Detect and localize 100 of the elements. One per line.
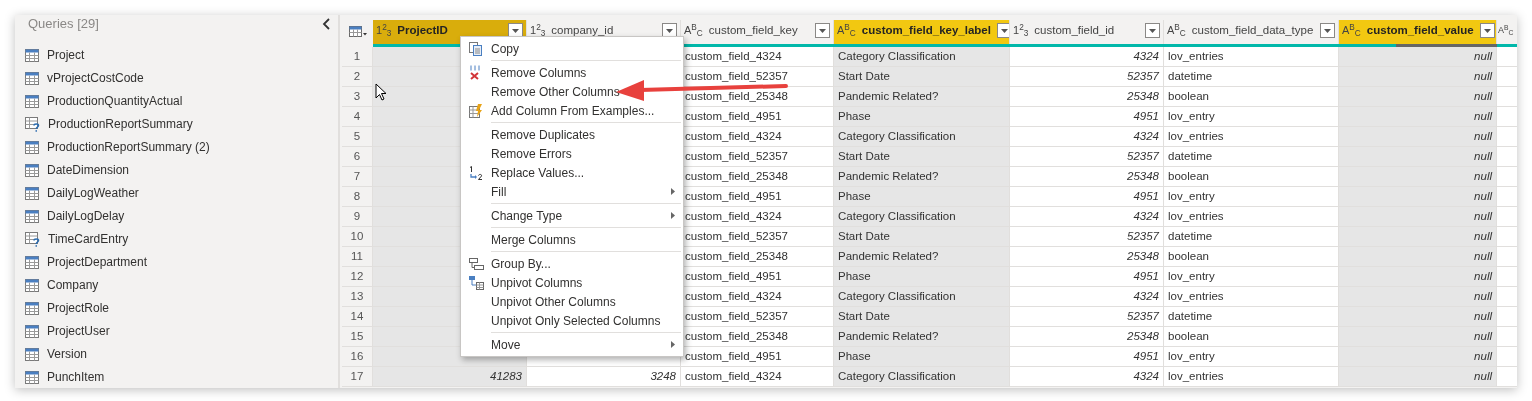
replace-values-icon [469, 165, 483, 180]
filter-dropdown-button[interactable] [996, 23, 1009, 38]
table-cell: custom_field_4951 [681, 347, 834, 367]
table-cell: null [1339, 207, 1497, 227]
row-number: 6 [342, 147, 373, 167]
table-cell: datetime [1164, 307, 1339, 327]
filter-dropdown-button[interactable] [1145, 23, 1160, 38]
filter-dropdown-button[interactable] [1320, 23, 1335, 38]
table-cell [1497, 67, 1517, 87]
table-cell: datetime [1164, 147, 1339, 167]
filter-dropdown-button[interactable] [1479, 23, 1495, 38]
query-item[interactable]: DailyLogWeather [15, 181, 338, 205]
table-cell: custom_field_4951 [681, 107, 834, 127]
table-icon [25, 255, 39, 269]
group-by-icon [468, 257, 484, 270]
table-cell: lov_entry [1164, 267, 1339, 287]
row-number: 3 [342, 87, 373, 107]
query-item[interactable]: vProjectCostCode [15, 66, 338, 90]
caret-icon [819, 28, 826, 33]
query-item[interactable]: Company [15, 273, 338, 297]
menu-item[interactable]: Unpivot Other Columns [461, 292, 683, 311]
table-cell: 4951 [1010, 107, 1164, 127]
menu-item[interactable]: Remove Other Columns [461, 82, 683, 101]
caret-icon [512, 28, 519, 33]
table-cell: custom_field_4951 [681, 267, 834, 287]
query-item[interactable]: ProductionReportSummary [15, 112, 338, 136]
row-number: 14 [342, 307, 373, 327]
menu-item[interactable]: Change Type [461, 206, 683, 225]
menu-item[interactable]: Unpivot Only Selected Columns [461, 311, 683, 330]
table-cell: custom_field_52357 [681, 307, 834, 327]
row-number: 17 [342, 367, 373, 387]
menu-item[interactable]: Unpivot Columns [461, 273, 683, 292]
table-cell: lov_entries [1164, 287, 1339, 307]
table-cell: 3248 [527, 367, 681, 387]
table-cell: null [1339, 327, 1497, 347]
table-cell: Category Classification [834, 127, 1010, 147]
table-cell: boolean [1164, 167, 1339, 187]
column-header[interactable]: 1$^{2}$$_{3}$ custom_field_id [1010, 20, 1164, 44]
table-cell: Category Classification [834, 207, 1010, 227]
table-cell: 4951 [1010, 187, 1164, 207]
query-item[interactable]: ProjectDepartment [15, 250, 338, 274]
table-cell: lov_entry [1164, 107, 1339, 127]
column-header[interactable]: A$^{B}$$_{C}$ custom_field_key_label [834, 20, 1010, 44]
table-icon [25, 278, 39, 292]
table-cell [1497, 187, 1517, 207]
table-cell: 4324 [1010, 287, 1164, 307]
query-item[interactable]: TimeCardEntry [15, 227, 338, 251]
table-cell: 25348 [1010, 327, 1164, 347]
caret-icon [666, 28, 673, 33]
menu-item[interactable]: Merge Columns [461, 230, 683, 249]
table-cell: boolean [1164, 247, 1339, 267]
table-cell: custom_field_4324 [681, 207, 834, 227]
column-header[interactable]: A$^{B}$$_{C}$ custom_field_value [1339, 20, 1497, 44]
query-item[interactable]: DateDimension [15, 158, 338, 182]
table-cell: 52357 [1010, 227, 1164, 247]
table-cell: null [1339, 367, 1497, 387]
table-cell: Start Date [834, 147, 1010, 167]
table-cell: Pandemic Related? [834, 327, 1010, 347]
filter-dropdown-button[interactable] [815, 23, 830, 38]
table-icon [25, 347, 39, 361]
table-icon [25, 324, 39, 338]
menu-item[interactable]: Remove Columns [461, 63, 683, 82]
table-cell: Phase [834, 347, 1010, 367]
menu-item[interactable]: Fill [461, 182, 683, 201]
table-icon [25, 370, 39, 384]
column-examples-icon [469, 103, 483, 118]
table-cell: null [1339, 247, 1497, 267]
row-number: 11 [342, 247, 373, 267]
table-cell: Category Classification [834, 367, 1010, 387]
table-cell [1497, 327, 1517, 347]
row-number: 15 [342, 327, 373, 347]
table-cell [1497, 107, 1517, 127]
query-item[interactable]: Version [15, 342, 338, 366]
menu-item[interactable]: Replace Values... [461, 163, 683, 182]
collapse-icon [322, 17, 332, 30]
query-item[interactable]: Project [15, 43, 338, 67]
menu-item[interactable]: Remove Duplicates [461, 125, 683, 144]
query-item[interactable]: ProductionReportSummary (2) [15, 135, 338, 159]
column-header[interactable]: A$^{B}$$_{C}$ custom_field_key [681, 20, 834, 44]
menu-item[interactable]: Group By... [461, 254, 683, 273]
table-cell: 25348 [1010, 247, 1164, 267]
table-cell: 4324 [1010, 47, 1164, 67]
menu-item[interactable]: Add Column From Examples... [461, 101, 683, 120]
query-item[interactable]: ProductionQuantityActual [15, 89, 338, 113]
table-cell: Phase [834, 107, 1010, 127]
table-cell: Start Date [834, 227, 1010, 247]
table-cell: custom_field_52357 [681, 227, 834, 247]
table-cell [1497, 267, 1517, 287]
column-header[interactable]: A$^{B}$$_{C}$ custom_field_data_type [1164, 20, 1339, 44]
row-number: 16 [342, 347, 373, 367]
table-cell: custom_field_4324 [681, 127, 834, 147]
table-cell: null [1339, 87, 1497, 107]
table-icon [25, 94, 39, 108]
query-item[interactable]: DailyLogDelay [15, 204, 338, 228]
menu-item[interactable]: Move [461, 335, 683, 354]
menu-item[interactable]: Remove Errors [461, 144, 683, 163]
row-number: 10 [342, 227, 373, 247]
query-item[interactable]: ProjectRole [15, 296, 338, 320]
query-item[interactable]: PunchItem [15, 365, 338, 388]
query-item[interactable]: ProjectUser [15, 319, 338, 343]
